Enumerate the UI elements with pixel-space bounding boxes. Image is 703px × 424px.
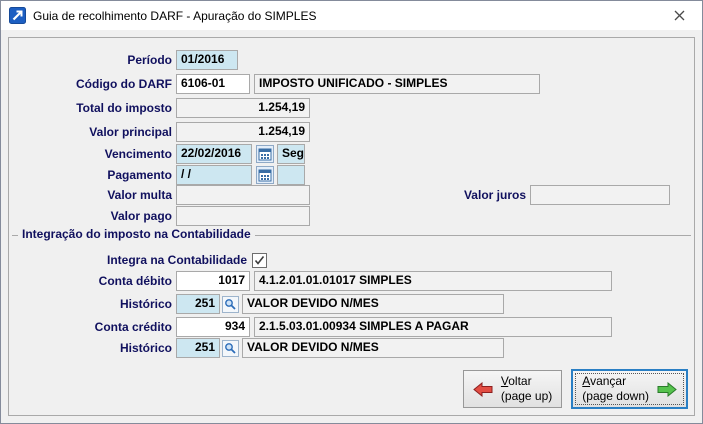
historico-credito-row: Histórico 251 VALOR DEVIDO N/MES <box>9 338 694 358</box>
conta-credito-input[interactable]: 934 <box>176 317 250 337</box>
green-right-arrow-icon <box>657 381 677 397</box>
vencimento-label: Vencimento <box>104 147 172 161</box>
close-button[interactable] <box>657 1 702 29</box>
voltar-label-line1: Voltar <box>500 374 532 388</box>
total-imposto-row: Total do imposto 1.254,19 <box>9 98 694 118</box>
valor-pago-value <box>176 206 310 226</box>
conta-debito-description: 4.1.2.01.01.01017 SIMPLES <box>254 271 612 291</box>
valor-principal-label: Valor principal <box>89 125 172 139</box>
vencimento-row: Vencimento 22/02/2016 Seg <box>9 144 694 164</box>
historico-debito-row: Histórico 251 VALOR DEVIDO N/MES <box>9 294 694 314</box>
historico-debito-input[interactable]: 251 <box>176 294 220 314</box>
codigo-darf-label: Código do DARF <box>76 77 172 91</box>
historico-debito-lookup-button[interactable] <box>222 295 239 313</box>
darf-dialog: Guia de recolhimento DARF - Apuração do … <box>0 0 703 424</box>
historico-credito-label: Histórico <box>119 341 172 355</box>
valor-juros-label: Valor juros <box>463 188 526 202</box>
conta-credito-label: Conta crédito <box>94 320 172 334</box>
red-left-arrow-icon <box>473 381 493 397</box>
pagamento-date-input[interactable]: / / <box>176 165 252 185</box>
total-imposto-value: 1.254,19 <box>176 98 310 118</box>
close-icon <box>674 10 685 20</box>
voltar-button[interactable]: Voltar (page up) <box>462 370 563 408</box>
codigo-darf-row: Código do DARF 6106-01 IMPOSTO UNIFICADO… <box>9 74 694 94</box>
calendar-icon <box>258 148 272 161</box>
avancar-label-line2: (page down) <box>582 389 649 403</box>
integra-contabilidade-label: Integra na Contabilidade <box>106 253 247 267</box>
pagamento-weekday <box>277 165 305 185</box>
historico-debito-description: VALOR DEVIDO N/MES <box>242 294 504 314</box>
valor-principal-row: Valor principal 1.254,19 <box>9 122 694 142</box>
magnifier-icon <box>225 342 236 354</box>
vencimento-calendar-button[interactable] <box>256 145 274 163</box>
pagamento-calendar-button[interactable] <box>256 166 274 184</box>
conta-credito-description: 2.1.5.03.01.00934 SIMPLES A PAGAR <box>254 317 612 337</box>
vencimento-weekday: Seg <box>277 144 305 164</box>
conta-credito-row: Conta crédito 934 2.1.5.03.01.00934 SIMP… <box>9 317 694 337</box>
valor-multa-row: Valor multa Valor juros <box>9 185 694 205</box>
avancar-label-line1: Avançar <box>582 374 627 388</box>
conta-debito-row: Conta débito 1017 4.1.2.01.01.01017 SIMP… <box>9 271 694 291</box>
nav-buttons: Voltar (page up) Avançar (page down) <box>462 369 688 409</box>
historico-credito-input[interactable]: 251 <box>176 338 220 358</box>
valor-juros-value <box>530 185 670 205</box>
historico-credito-description: VALOR DEVIDO N/MES <box>242 338 504 358</box>
avancar-button[interactable]: Avançar (page down) <box>571 369 688 409</box>
historico-debito-label: Histórico <box>119 297 172 311</box>
total-imposto-label: Total do imposto <box>76 101 172 115</box>
magnifier-icon <box>225 298 236 310</box>
titlebar: Guia de recolhimento DARF - Apuração do … <box>1 1 702 30</box>
periodo-row: Período 01/2016 <box>9 50 694 70</box>
voltar-label: Voltar (page up) <box>501 374 552 404</box>
voltar-label-line2: (page up) <box>500 389 553 403</box>
periodo-input[interactable]: 01/2016 <box>176 50 238 70</box>
valor-pago-row: Valor pago <box>9 206 694 226</box>
conta-debito-input[interactable]: 1017 <box>176 271 250 291</box>
avancar-label: Avançar (page down) <box>582 374 649 404</box>
periodo-label: Período <box>127 53 172 67</box>
valor-multa-label: Valor multa <box>107 188 172 202</box>
window-title: Guia de recolhimento DARF - Apuração do … <box>33 8 317 23</box>
conta-debito-label: Conta débito <box>98 274 172 288</box>
valor-principal-value: 1.254,19 <box>176 122 310 142</box>
historico-credito-lookup-button[interactable] <box>222 339 239 357</box>
codigo-darf-input[interactable]: 6106-01 <box>176 74 250 94</box>
pagamento-label: Pagamento <box>107 168 172 182</box>
codigo-darf-description: IMPOSTO UNIFICADO - SIMPLES <box>254 74 540 94</box>
calendar-icon <box>258 169 272 182</box>
app-icon <box>9 7 26 24</box>
valor-pago-label: Valor pago <box>110 209 172 223</box>
integra-contabilidade-row: Integra na Contabilidade <box>9 250 694 270</box>
vencimento-date-input[interactable]: 22/02/2016 <box>176 144 252 164</box>
checkmark-icon <box>254 255 265 265</box>
integration-section-title: Integração do imposto na Contabilidade <box>18 227 255 241</box>
integra-contabilidade-checkbox[interactable] <box>252 252 267 268</box>
pagamento-row: Pagamento / / <box>9 165 694 185</box>
form-panel: Período 01/2016 Código do DARF 6106-01 I… <box>8 37 695 416</box>
valor-multa-value <box>176 185 310 205</box>
integration-section-header: Integração do imposto na Contabilidade <box>9 227 694 243</box>
